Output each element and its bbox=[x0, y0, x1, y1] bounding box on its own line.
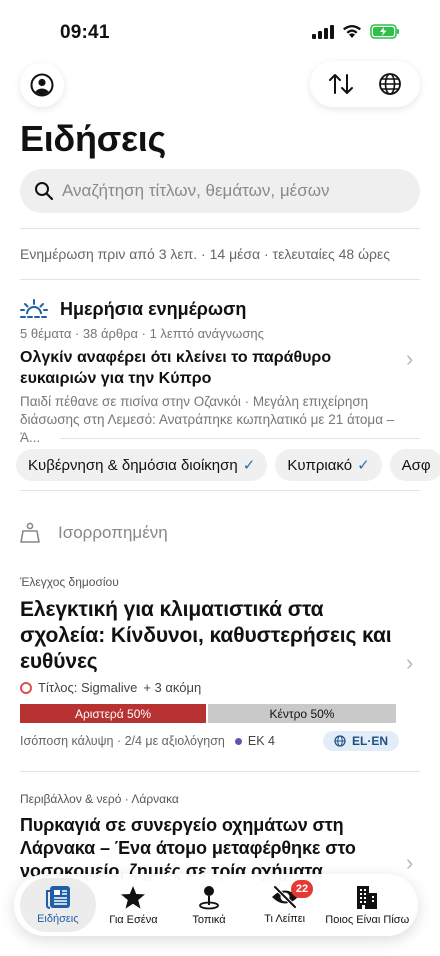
checkmark-icon: ✓ bbox=[357, 457, 370, 474]
header-actions bbox=[310, 61, 420, 107]
story-title: Πυρκαγιά σε συνεργείο οχημάτων στη Λάρνα… bbox=[20, 815, 356, 881]
chip-cyprus-issue[interactable]: Κυπριακό ✓ bbox=[275, 449, 382, 481]
tab-who-is-behind[interactable]: Ποιος Είναι Πίσω bbox=[322, 878, 412, 932]
status-time: 09:41 bbox=[60, 22, 110, 43]
update-status: Ενημέρωση πριν από 3 λεπ. · 14 μέσα · τε… bbox=[20, 246, 390, 262]
chip-security[interactable]: Ασφ bbox=[389, 449, 440, 481]
top-bar bbox=[20, 61, 420, 107]
tab-for-you[interactable]: Για Εσένα bbox=[96, 878, 172, 932]
divider bbox=[60, 438, 420, 439]
tab-label: Ποιος Είναι Πίσω bbox=[325, 914, 410, 926]
chevron-right-icon: › bbox=[406, 650, 414, 675]
search-bar[interactable] bbox=[20, 169, 420, 213]
bias-bar: Αριστερά 50% Κέντρο 50% bbox=[20, 704, 396, 723]
coverage-line: Ισόποση κάλυψη · 2/4 με αξιολόγηση ΕΚ 4 bbox=[20, 734, 275, 748]
chip-government[interactable]: Κυβέρνηση & δημόσια διοίκηση ✓ bbox=[16, 449, 268, 481]
story-card[interactable]: Περιβάλλον & νερό · Λάρνακα Πυρκαγιά σε … bbox=[20, 792, 400, 883]
battery-charging-icon bbox=[370, 24, 399, 39]
bias-left-segment: Αριστερά 50% bbox=[20, 704, 208, 723]
tab-bar: Ειδήσεις Για Εσένα Τοπικά 22 Τι Λείπει Π… bbox=[14, 874, 418, 936]
source-name: Τίτλος: Sigmalive bbox=[38, 680, 138, 695]
divider bbox=[20, 771, 420, 772]
language-label: EL·EN bbox=[352, 734, 388, 748]
page-title: Ειδήσεις bbox=[20, 118, 166, 159]
chip-label: Κυπριακό bbox=[287, 456, 353, 474]
chevron-right-icon: › bbox=[406, 850, 414, 875]
tab-missing[interactable]: 22 Τι Λείπει bbox=[247, 878, 323, 932]
ek-label: ΕΚ 4 bbox=[247, 734, 275, 748]
wifi-icon bbox=[343, 25, 361, 38]
checkmark-icon: ✓ bbox=[242, 457, 256, 474]
missing-count-badge: 22 bbox=[290, 880, 314, 898]
globe-icon bbox=[334, 735, 346, 747]
globe-icon bbox=[378, 73, 401, 95]
divider bbox=[20, 228, 420, 229]
briefing-meta: 5 θέματα · 38 άρθρα · 1 λεπτό ανάγνωσης bbox=[20, 326, 264, 341]
sort-arrows-icon bbox=[328, 74, 353, 94]
story-card[interactable]: Έλεγχος δημοσίου Ελεγκτική για κλιματιστ… bbox=[20, 575, 400, 675]
source-more: + 3 ακόμη bbox=[143, 680, 202, 695]
person-circle-icon bbox=[30, 73, 54, 97]
newspaper-icon bbox=[45, 886, 70, 909]
briefing-headline: Ολγκίν αναφέρει ότι κλείνει το παράθυρο … bbox=[20, 349, 332, 387]
search-input[interactable] bbox=[62, 181, 402, 201]
sort-button[interactable] bbox=[321, 64, 361, 104]
bias-center-segment: Κέντρο 50% bbox=[208, 704, 396, 723]
tab-news[interactable]: Ειδήσεις bbox=[20, 878, 96, 932]
tab-label: Για Εσένα bbox=[109, 913, 158, 926]
story-title: Ελεγκτική για κλιματιστικά στα σχολεία: … bbox=[20, 598, 392, 673]
source-logo-icon bbox=[20, 681, 32, 694]
briefing-title: Ημερήσια ενημέρωση bbox=[60, 298, 247, 319]
story-source: Τίτλος: Sigmalive + 3 ακόμη bbox=[20, 680, 201, 695]
topic-chips: Κυβέρνηση & δημόσια διοίκηση ✓ Κυπριακό … bbox=[16, 449, 440, 481]
star-icon bbox=[121, 885, 146, 909]
coverage-text: Ισόποση κάλυψη · 2/4 με αξιολόγηση bbox=[20, 734, 225, 748]
search-icon bbox=[35, 182, 54, 201]
scale-weight-icon bbox=[20, 522, 40, 543]
daily-briefing-card[interactable]: Ημερήσια ενημέρωση 5 θέματα · 38 άρθρα ·… bbox=[20, 298, 420, 447]
tab-local[interactable]: Τοπικά bbox=[171, 878, 247, 932]
story-category: Περιβάλλον & νερό · Λάρνακα bbox=[20, 792, 179, 806]
tab-label: Ειδήσεις bbox=[37, 913, 79, 925]
tab-label: Τοπικά bbox=[192, 914, 226, 926]
section-label: Ισορροπημένη bbox=[58, 523, 168, 542]
balanced-section-header: Ισορροπημένη bbox=[20, 522, 168, 544]
profile-button[interactable] bbox=[20, 63, 64, 107]
story-category: Έλεγχος δημοσίου bbox=[20, 575, 119, 589]
divider bbox=[20, 490, 420, 491]
cellular-signal-icon bbox=[312, 24, 334, 39]
divider bbox=[20, 279, 420, 280]
map-pin-icon bbox=[199, 886, 219, 910]
chip-label: Ασφ bbox=[401, 456, 431, 474]
ek-dot-icon bbox=[234, 737, 242, 745]
language-button[interactable] bbox=[370, 64, 410, 104]
language-badge[interactable]: EL·EN bbox=[323, 731, 399, 751]
status-icons bbox=[312, 24, 400, 39]
tab-label: Τι Λείπει bbox=[264, 913, 306, 925]
status-bar: 09:41 bbox=[0, 0, 440, 60]
building-icon bbox=[357, 886, 378, 909]
chevron-right-icon: › bbox=[406, 346, 414, 371]
sunrise-icon bbox=[20, 299, 48, 318]
chip-label: Κυβέρνηση & δημόσια διοίκηση bbox=[28, 456, 238, 474]
